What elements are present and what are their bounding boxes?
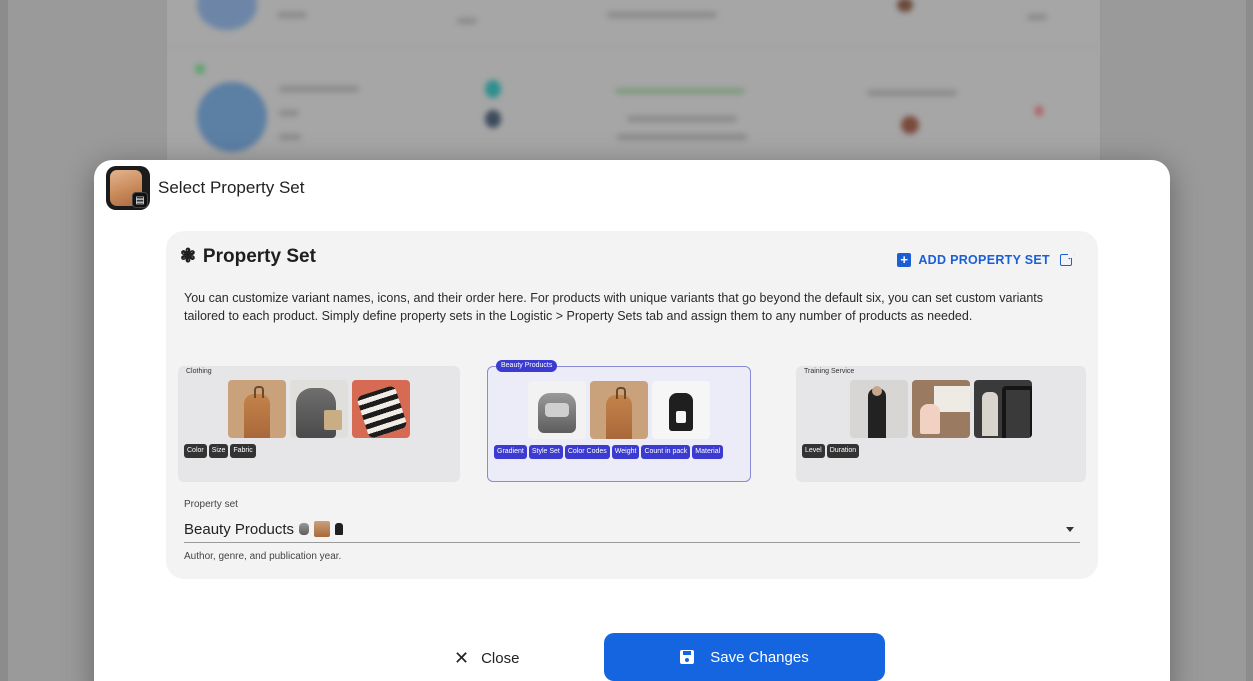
chip: Size: [208, 444, 229, 458]
property-set-option-beauty-products[interactable]: Beauty Products Gradient Style Set Color…: [487, 360, 751, 482]
set-images: [178, 380, 460, 438]
background-row: [167, 0, 1100, 48]
chair-image: [528, 381, 586, 439]
chip: Weight: [611, 445, 640, 459]
set-chips: Gradient Style Set Color Codes Weight Co…: [494, 445, 744, 459]
set-chips: Color Size Fabric: [184, 444, 454, 458]
set-images: [796, 380, 1086, 438]
coat-image: [590, 381, 648, 439]
chip: Color Codes: [564, 445, 610, 459]
set-images: [488, 381, 750, 439]
plus-square-icon: +: [897, 253, 912, 267]
property-set-badge-icon: ▤: [132, 192, 148, 208]
set-chips: Level Duration: [802, 444, 1080, 458]
save-changes-label: Save Changes: [710, 648, 809, 666]
close-button-label: Close: [481, 649, 520, 667]
card-title-text: Property Set: [202, 245, 316, 267]
chip: Style Set: [528, 445, 563, 459]
add-property-set-button[interactable]: + ADD PROPERTY SET: [897, 252, 1074, 267]
dialog-title: Select Property Set: [158, 178, 305, 197]
gym-image: [974, 380, 1032, 438]
chip: Gradient: [494, 445, 527, 459]
chip: Color: [184, 444, 207, 458]
card-title: ❃ Property Set: [180, 245, 316, 268]
hoodie-image: [290, 380, 348, 438]
caret-down-icon[interactable]: [1066, 527, 1074, 532]
classroom-image: [912, 380, 970, 438]
property-set-options: Clothing Color Size Fabric Beauty Produc…: [178, 360, 1086, 482]
coat-thumbnail: [314, 521, 331, 537]
chip: Fabric: [230, 444, 256, 458]
striped-sweater-image: [352, 380, 410, 438]
chip: Count in pack: [641, 445, 691, 459]
close-button[interactable]: ✕ Close: [454, 641, 519, 675]
chair-thumbnail: [299, 523, 310, 535]
dialog-header: ▤ Select Property Set: [106, 166, 304, 210]
coat-image: [228, 380, 286, 438]
property-set-description: You can customize variant names, icons, …: [184, 291, 1044, 323]
property-set-field: Property set Beauty Products Author, gen…: [184, 499, 1080, 562]
product-avatar: ▤: [106, 166, 150, 210]
close-icon: ✕: [454, 647, 470, 668]
property-set-field-label: Property set: [184, 499, 238, 510]
save-changes-button[interactable]: Save Changes: [604, 633, 885, 681]
property-set-select[interactable]: Beauty Products: [184, 516, 1080, 543]
set-label: Beauty Products: [496, 360, 558, 372]
property-set-helper-text: Author, genre, and publication year.: [184, 551, 342, 562]
vest-thumbnail: [335, 523, 344, 535]
trainer-image: [850, 380, 908, 438]
floppy-disk-icon: [680, 650, 695, 664]
property-set-card: ❃ Property Set + ADD PROPERTY SET You ca…: [166, 231, 1098, 579]
vest-image: [652, 381, 710, 439]
external-link-icon: [1060, 252, 1074, 266]
set-label: Training Service: [804, 368, 855, 375]
property-set-select-value: Beauty Products: [184, 520, 295, 538]
property-set-icon: ❃: [180, 246, 196, 267]
set-label: Clothing: [186, 368, 212, 375]
property-set-option-training-service[interactable]: Training Service Level Duration: [796, 366, 1086, 482]
chip: Material: [692, 445, 724, 459]
chip: Level: [802, 444, 825, 458]
property-set-option-clothing[interactable]: Clothing Color Size Fabric: [178, 366, 460, 482]
select-property-set-dialog: ▤ Select Property Set ❃ Property Set + A…: [94, 160, 1170, 681]
add-property-set-label: ADD PROPERTY SET: [918, 253, 1050, 267]
chip: Duration: [826, 444, 860, 458]
